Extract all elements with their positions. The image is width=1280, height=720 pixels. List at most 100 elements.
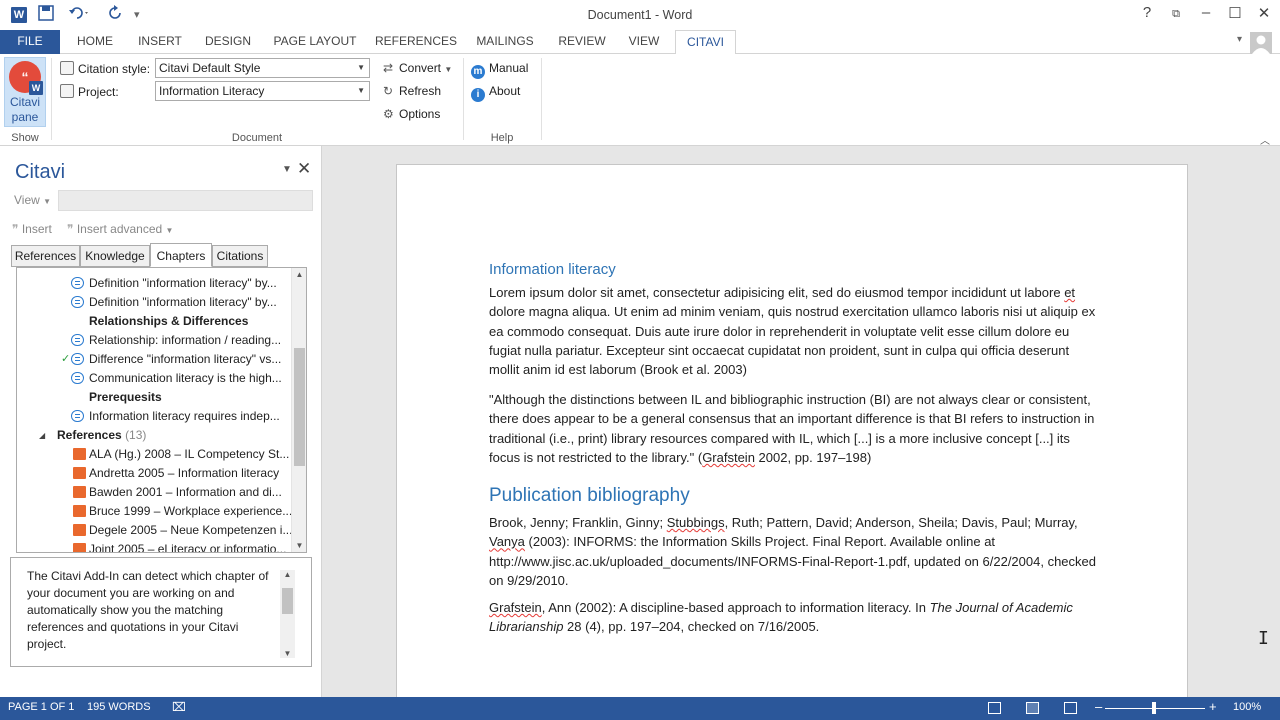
tab-references[interactable]: REFERENCES xyxy=(372,30,460,54)
gear-icon: ⚙ xyxy=(383,107,394,121)
collapse-ribbon-icon[interactable]: ︿ xyxy=(1260,132,1270,147)
group-separator xyxy=(51,58,52,140)
tab-design[interactable]: DESIGN xyxy=(198,30,258,54)
project-select[interactable]: Information Literacy ▼ xyxy=(155,81,370,101)
refresh-icon: ↻ xyxy=(383,84,394,98)
scroll-up-icon[interactable]: ▲ xyxy=(280,570,295,579)
chevron-down-icon: ▼ xyxy=(357,63,365,72)
view-filter-input[interactable] xyxy=(58,190,313,211)
project-value: Information Literacy xyxy=(159,84,265,98)
scroll-thumb[interactable] xyxy=(282,588,293,614)
proofing-icon[interactable]: ⌧ xyxy=(172,700,186,714)
citation-style-select[interactable]: Citavi Default Style ▼ xyxy=(155,58,370,78)
close-pane-icon[interactable]: ✕ xyxy=(297,159,311,179)
project-label: Project: xyxy=(78,85,119,99)
scroll-up-icon[interactable]: ▲ xyxy=(292,270,306,279)
subtab-chapters[interactable]: Chapters xyxy=(150,243,212,267)
insert-advanced-button[interactable]: ❞ Insert advanced ▼ xyxy=(67,222,173,236)
zoom-out-button[interactable]: – xyxy=(1095,699,1102,714)
quotation-icon xyxy=(71,277,84,289)
convert-icon: ⇄ xyxy=(383,61,394,75)
help-text: The Citavi Add-In can detect which chapt… xyxy=(16,564,297,661)
tree-scrollbar[interactable]: ▲ ▼ xyxy=(291,268,306,552)
refresh-button[interactable]: ↻ Refresh xyxy=(383,84,441,98)
tab-view[interactable]: VIEW xyxy=(622,30,666,54)
insert-button[interactable]: ❞ Insert xyxy=(12,222,52,236)
zoom-level[interactable]: 100% xyxy=(1233,701,1261,713)
web-layout-icon[interactable] xyxy=(1064,702,1077,714)
word-count[interactable]: 195 WORDS xyxy=(87,701,151,713)
tab-file[interactable]: FILE xyxy=(0,30,60,54)
citation-style-icon xyxy=(60,61,74,75)
ribbon-display-options-icon[interactable]: ⧉ xyxy=(1166,8,1186,21)
book-icon xyxy=(73,448,86,460)
zoom-in-button[interactable]: + xyxy=(1209,699,1217,714)
manual-button[interactable]: m Manual xyxy=(471,61,528,79)
options-button[interactable]: ⚙ Options xyxy=(383,107,440,121)
subtab-references[interactable]: References xyxy=(11,245,80,267)
citavi-pane-label-2: pane xyxy=(11,110,39,124)
print-layout-icon[interactable] xyxy=(1026,702,1039,714)
page-count[interactable]: PAGE 1 OF 1 xyxy=(8,701,74,713)
group-label-help: Help xyxy=(490,132,514,144)
view-dropdown[interactable]: View ▼ xyxy=(14,193,51,207)
paragraph-lorem[interactable]: Lorem ipsum dolor sit amet, consectetur … xyxy=(489,283,1097,379)
text-cursor-icon: I xyxy=(1258,628,1269,649)
heading-publication-bibliography[interactable]: Publication bibliography xyxy=(489,485,690,507)
bibliography-entry[interactable]: Brook, Jenny; Franklin, Ginny; Stubbings… xyxy=(489,513,1097,590)
scroll-down-icon[interactable]: ▼ xyxy=(292,541,306,550)
book-icon xyxy=(73,505,86,517)
tab-mailings[interactable]: MAILINGS xyxy=(469,30,541,54)
chevron-down-icon: ▼ xyxy=(444,65,453,74)
pane-options-chevron-down-icon[interactable]: ▼ xyxy=(282,164,292,175)
scroll-down-icon[interactable]: ▼ xyxy=(280,649,295,658)
citation-style-label: Citation style: xyxy=(78,62,151,76)
expand-triangle-icon[interactable]: ◢ xyxy=(39,426,45,445)
user-avatar[interactable] xyxy=(1250,32,1272,54)
book-icon xyxy=(73,524,86,536)
tab-review[interactable]: REVIEW xyxy=(551,30,613,54)
quotation-icon xyxy=(71,410,84,422)
check-icon: ✓ xyxy=(61,353,71,365)
document-page[interactable]: Information literacy Lorem ipsum dolor s… xyxy=(396,164,1188,704)
window-title: Document1 - Word xyxy=(587,8,693,22)
tab-citavi[interactable]: CITAVI xyxy=(675,30,736,55)
group-label-show: Show xyxy=(11,132,39,144)
group-label-document: Document xyxy=(231,132,283,144)
tab-insert[interactable]: INSERT xyxy=(131,30,189,54)
pane-subtabs: References Knowledge Chapters Citations xyxy=(10,243,310,267)
minimize-button[interactable]: – xyxy=(1196,4,1216,21)
chevron-down-icon: ▼ xyxy=(43,197,52,206)
paragraph-quote[interactable]: "Although the distinctions between IL an… xyxy=(489,390,1097,467)
document-area[interactable]: Information literacy Lorem ipsum dolor s… xyxy=(322,146,1280,704)
scroll-thumb[interactable] xyxy=(294,348,305,466)
heading-information-literacy[interactable]: Information literacy xyxy=(489,261,616,278)
subtab-citations[interactable]: Citations xyxy=(212,245,268,267)
help-button[interactable]: ? xyxy=(1137,4,1157,21)
insert-advanced-icon: ❞ xyxy=(67,222,74,236)
pane-title: Citavi xyxy=(15,161,66,183)
chevron-down-icon: ▼ xyxy=(357,86,365,95)
citavi-pane: Citavi ▼ ✕ View ▼ ❞ Insert ❞ Insert adva… xyxy=(0,146,322,697)
zoom-slider-thumb[interactable] xyxy=(1152,702,1156,714)
maximize-button[interactable]: ☐ xyxy=(1225,4,1245,22)
close-button[interactable]: ✕ xyxy=(1254,4,1274,22)
title-bar: W ▾ Document1 - Word ? ⧉ – ☐ ✕ xyxy=(0,0,1280,30)
convert-button[interactable]: ⇄ Convert ▼ xyxy=(383,61,452,75)
citavi-pane-button[interactable]: “W Citavi pane xyxy=(4,57,46,127)
citation-style-value: Citavi Default Style xyxy=(159,61,261,75)
subtab-knowledge[interactable]: Knowledge xyxy=(80,245,150,267)
bibliography-entry[interactable]: Grafstein, Ann (2002): A discipline-base… xyxy=(489,598,1097,637)
tab-page-layout[interactable]: PAGE LAYOUT xyxy=(267,30,363,54)
ribbon: “W Citavi pane Show Citation style: Cita… xyxy=(0,54,1280,147)
about-button[interactable]: i About xyxy=(471,84,520,102)
insert-quote-icon: ❞ xyxy=(12,222,19,236)
quotation-icon xyxy=(71,296,84,308)
read-mode-icon[interactable] xyxy=(988,702,1001,714)
book-icon xyxy=(73,486,86,498)
tab-home[interactable]: HOME xyxy=(69,30,121,54)
project-icon xyxy=(60,84,74,98)
help-scrollbar[interactable]: ▲ ▼ xyxy=(280,570,295,658)
group-separator xyxy=(541,58,542,140)
account-chevron-down-icon[interactable]: ▾ xyxy=(1237,34,1242,45)
